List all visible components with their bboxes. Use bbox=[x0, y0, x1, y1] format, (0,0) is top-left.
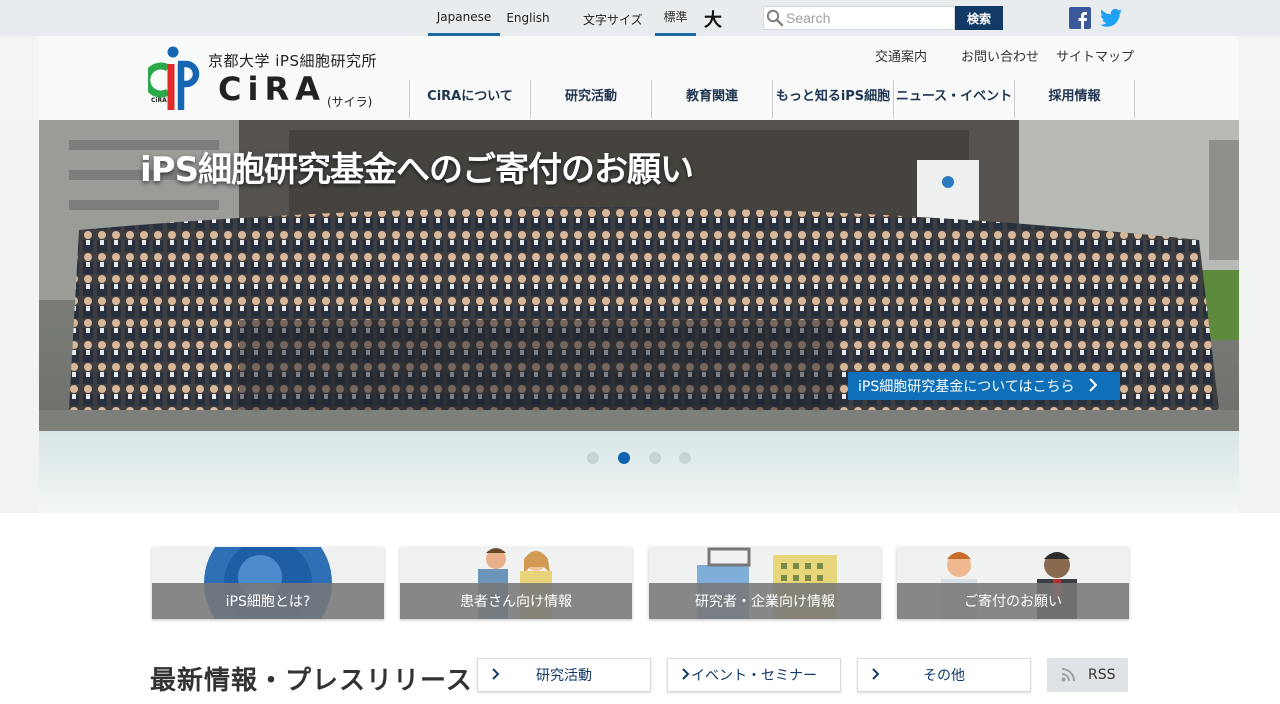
cira-logo-icon[interactable]: CiRA bbox=[148, 44, 206, 112]
logo-name[interactable]: CiRA bbox=[218, 70, 326, 108]
slider-dot-1[interactable] bbox=[587, 452, 599, 464]
chevron-right-icon bbox=[1088, 378, 1098, 396]
search-input[interactable] bbox=[786, 10, 946, 26]
contact-link[interactable]: お問い合わせ bbox=[961, 46, 1039, 65]
nav-careers[interactable]: 採用情報 bbox=[1014, 80, 1135, 118]
lang-english[interactable]: English bbox=[502, 0, 554, 36]
font-size-standard-button[interactable]: 標準 bbox=[655, 0, 696, 36]
facebook-icon[interactable] bbox=[1069, 7, 1091, 29]
search-icon bbox=[764, 7, 786, 29]
lang-japanese[interactable]: Japanese bbox=[428, 0, 500, 36]
card-label: 研究者・企業向け情報 bbox=[649, 583, 881, 619]
card-label: iPS細胞とは? bbox=[152, 583, 384, 619]
logo-subtitle: 京都大学 iPS細胞研究所 bbox=[208, 52, 378, 70]
news-section-title: 最新情報・プレスリリース bbox=[150, 666, 473, 696]
nav-learn-ips[interactable]: もっと知るiPS細胞 bbox=[772, 80, 893, 118]
card-what-is-ips[interactable]: iPS細胞とは? bbox=[152, 547, 384, 619]
filter-events[interactable]: イベント・セミナー bbox=[667, 658, 841, 692]
top-utility-bar: Japanese English 文字サイズ 標準 大 検索 bbox=[0, 0, 1280, 36]
card-researchers[interactable]: 研究者・企業向け情報 bbox=[649, 547, 881, 619]
slider-dot-2[interactable] bbox=[618, 452, 630, 464]
filter-research[interactable]: 研究活動 bbox=[477, 658, 651, 692]
rss-button[interactable]: RSS bbox=[1047, 658, 1128, 692]
nav-about-cira[interactable]: CiRAについて bbox=[409, 80, 530, 118]
hero-cta-label: iPS細胞研究基金についてはこちら bbox=[858, 379, 1075, 395]
card-label: 患者さん向け情報 bbox=[400, 583, 632, 619]
filter-label: その他 bbox=[923, 668, 965, 684]
logo-kana: (サイラ) bbox=[327, 95, 373, 109]
slider-dot-4[interactable] bbox=[679, 452, 691, 464]
chevron-right-icon bbox=[682, 667, 690, 685]
hero-title: iPS細胞研究基金へのご寄付のお願い bbox=[140, 150, 694, 190]
slider-dot-3[interactable] bbox=[649, 452, 661, 464]
chevron-right-icon bbox=[492, 667, 500, 685]
font-size-label: 文字サイズ bbox=[583, 13, 643, 27]
card-patients[interactable]: 患者さん向け情報 bbox=[400, 547, 632, 619]
rss-label: RSS bbox=[1088, 667, 1116, 683]
logo-mark-text: CiRA bbox=[151, 97, 167, 104]
font-size-large-button[interactable]: 大 bbox=[704, 6, 722, 32]
search-box bbox=[763, 6, 955, 30]
nav-news-events[interactable]: ニュース・イベント bbox=[893, 80, 1014, 118]
chevron-right-icon bbox=[872, 667, 880, 685]
filter-other[interactable]: その他 bbox=[857, 658, 1031, 692]
card-donation[interactable]: ご寄付のお願い bbox=[897, 547, 1129, 619]
filter-label: 研究活動 bbox=[536, 668, 592, 684]
card-label: ご寄付のお願い bbox=[897, 583, 1129, 619]
filter-label: イベント・セミナー bbox=[691, 668, 817, 684]
nav-research[interactable]: 研究活動 bbox=[530, 80, 651, 118]
global-nav: CiRAについて 研究活動 教育関連 もっと知るiPS細胞 ニュース・イベント … bbox=[409, 80, 1135, 118]
sitemap-link[interactable]: サイトマップ bbox=[1056, 46, 1134, 65]
nav-education[interactable]: 教育関連 bbox=[651, 80, 772, 118]
access-link[interactable]: 交通案内 bbox=[875, 46, 927, 65]
rss-icon bbox=[1061, 668, 1075, 686]
hero-cta-button[interactable]: iPS細胞研究基金についてはこちら bbox=[848, 372, 1120, 400]
twitter-icon[interactable] bbox=[1100, 8, 1122, 28]
search-button[interactable]: 検索 bbox=[955, 6, 1003, 30]
